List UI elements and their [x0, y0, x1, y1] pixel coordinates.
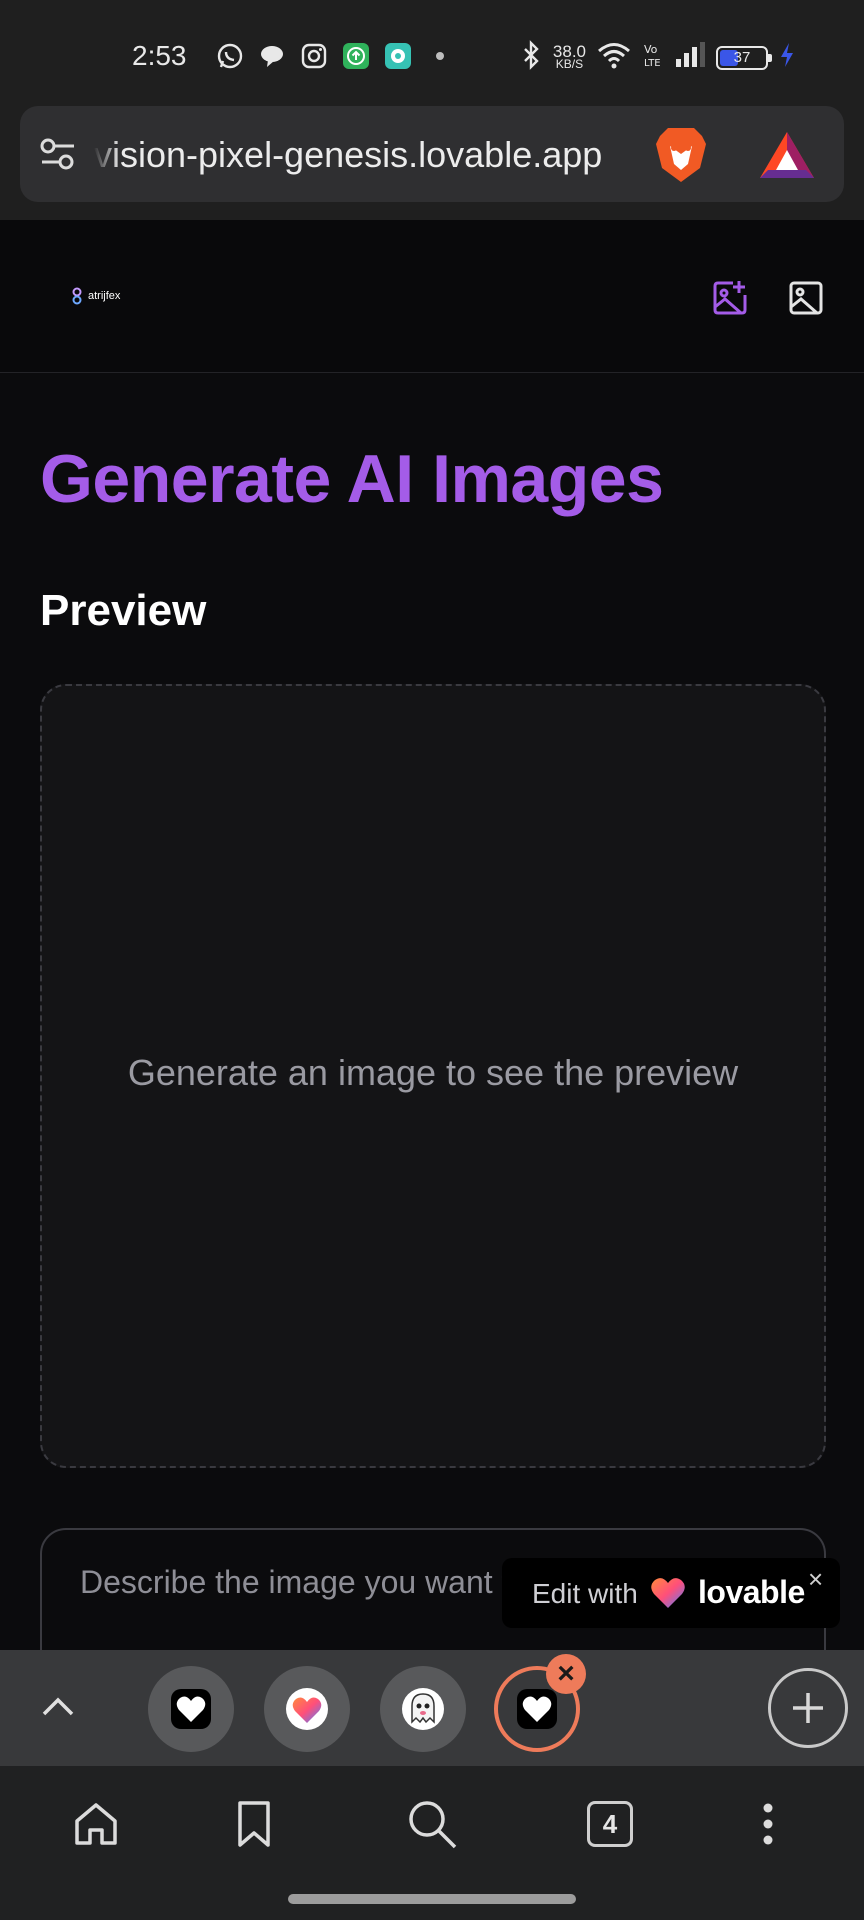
battery-indicator: 37 [716, 45, 772, 70]
bookmarks-button[interactable] [226, 1796, 282, 1852]
whatsapp-icon [216, 42, 244, 70]
more-icon [763, 1803, 773, 1845]
preview-heading: Preview [40, 586, 207, 635]
chevron-up-icon[interactable] [36, 1686, 80, 1735]
bluetooth-icon [521, 40, 543, 75]
svg-text:LTE: LTE [644, 58, 661, 69]
lovable-brand: lovable [698, 1574, 805, 1610]
lovable-edit-label: Edit with [532, 1578, 638, 1609]
address-bar[interactable]: vision-pixel-genesis.lovable.app [20, 106, 844, 202]
notification-icons [216, 42, 454, 70]
brave-lion-icon[interactable] [652, 124, 710, 191]
gesture-handle[interactable] [288, 1894, 576, 1904]
instagram-icon [300, 42, 328, 70]
heart-favicon-icon [171, 1689, 211, 1729]
wifi-icon [596, 40, 632, 75]
new-tab-button[interactable] [768, 1668, 848, 1748]
chat-bubble-icon [258, 42, 286, 70]
main-content: Generate AI Images Preview Generate an i… [0, 374, 864, 1728]
heart-favicon-icon [517, 1689, 557, 1729]
system-indicators: 38.0 KB/S Vo LTE 37 [521, 40, 796, 75]
ghost-icon [402, 1688, 444, 1730]
url-fade [94, 126, 120, 182]
gesture-area [0, 1882, 864, 1920]
status-bar: 2:53 38.0 KB/S Vo LTE 37 [0, 0, 864, 104]
home-icon [75, 1803, 117, 1845]
volte-icon: Vo LTE [642, 40, 664, 75]
page-title: Generate AI Images [40, 441, 664, 517]
network-speed: 38.0 KB/S [552, 41, 586, 71]
gallery-button[interactable] [786, 278, 826, 318]
logo-text: atrijfex [88, 290, 121, 302]
charging-icon [778, 41, 796, 74]
lovable-heart-icon [650, 1576, 686, 1615]
tabs-button[interactable]: 4 [582, 1796, 638, 1852]
signal-icon [674, 41, 706, 74]
plus-circle-icon [793, 1693, 823, 1723]
svg-text:Vo: Vo [644, 43, 658, 56]
close-tab-button[interactable]: × [546, 1654, 586, 1694]
logo[interactable]: atrijfex [70, 287, 120, 305]
network-speed-unit: KB/S [555, 56, 584, 71]
tab-strip: × [0, 1650, 864, 1766]
tab-thumbnail[interactable] [264, 1666, 350, 1752]
app-header: atrijfex [0, 220, 864, 373]
browser-toolbar: vision-pixel-genesis.lovable.app [0, 104, 864, 220]
image-plus-icon [713, 281, 747, 315]
lovable-close-button[interactable]: × [808, 1564, 823, 1595]
dot-icon [426, 42, 454, 70]
network-speed-value: 38.0 [552, 41, 586, 61]
more-menu-button[interactable] [740, 1796, 796, 1852]
site-settings-icon[interactable] [38, 136, 78, 177]
upload-app-icon [342, 42, 370, 70]
tab-count: 4 [587, 1801, 633, 1847]
tab-thumbnail[interactable] [148, 1666, 234, 1752]
edit-with-lovable-badge[interactable]: Edit with lovable × [502, 1558, 840, 1628]
search-button[interactable] [404, 1796, 460, 1852]
battery-level: 37 [733, 48, 751, 66]
tab-thumbnail[interactable] [380, 1666, 466, 1752]
status-time: 2:53 [132, 40, 187, 71]
preview-area: Generate an image to see the preview [40, 684, 826, 1468]
chat-app-icon [384, 42, 412, 70]
home-button[interactable] [68, 1796, 124, 1852]
bookmark-icon [238, 1801, 270, 1847]
logo-mark-icon [72, 287, 82, 305]
bottom-navigation: 4 [0, 1766, 864, 1882]
lovable-heart-icon [286, 1688, 328, 1730]
search-icon [409, 1801, 457, 1849]
image-icon [789, 281, 823, 315]
preview-placeholder: Generate an image to see the preview [127, 1052, 739, 1093]
generate-image-button[interactable] [710, 278, 750, 318]
bat-triangle-icon[interactable] [758, 130, 816, 185]
url-text[interactable]: vision-pixel-genesis.lovable.app [94, 134, 654, 176]
